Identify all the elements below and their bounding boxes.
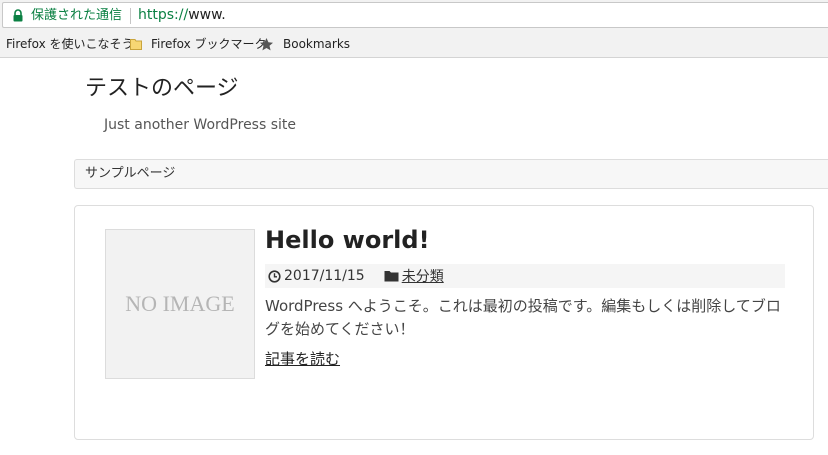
url-scheme: https:// — [138, 7, 189, 23]
post-category-link[interactable]: 未分類 — [402, 266, 444, 286]
lock-icon — [13, 9, 23, 22]
site-description: Just another WordPress site — [104, 117, 297, 133]
nav-item-sample-page[interactable]: サンプルページ — [85, 165, 175, 183]
url-divider — [130, 8, 131, 24]
thumbnail-placeholder-text: NO IMAGE — [125, 291, 235, 316]
read-more-link[interactable]: 記事を読む — [265, 349, 340, 369]
bookmark-firefox-bookmarks[interactable]: Firefox ブックマーク — [129, 35, 267, 53]
bookmark-firefox-guide[interactable]: Firefox を使いこなそう — [6, 35, 134, 53]
bookmark-label: Firefox を使いこなそう — [6, 37, 134, 51]
bookmarks-bar: Firefox を使いこなそう Firefox ブックマーク Bookmarks — [0, 30, 828, 58]
url-host: www. — [188, 7, 226, 23]
bookmark-bookmarks[interactable]: Bookmarks — [259, 35, 350, 53]
bookmark-label: Bookmarks — [283, 37, 351, 51]
main-navigation: サンプルページ — [74, 159, 828, 189]
folder-icon — [384, 271, 399, 282]
site-title[interactable]: テストのページ — [85, 74, 239, 104]
folder-icon — [130, 39, 142, 50]
bookmark-label: Firefox ブックマーク — [151, 37, 267, 51]
address-bar-area: 保護された通信 https://www. — [0, 0, 828, 30]
clock-icon — [268, 269, 281, 283]
url-text[interactable]: https://www. — [138, 6, 226, 24]
address-bar[interactable]: 保護された通信 https://www. — [2, 2, 828, 28]
star-icon — [260, 37, 273, 50]
post-excerpt: WordPress へようこそ。これは最初の投稿です。編集もしくは削除してブログ… — [265, 297, 781, 338]
post-date: 2017/11/15 — [284, 268, 365, 284]
post-thumbnail[interactable]: NO IMAGE — [105, 229, 255, 379]
post-meta: 2017/11/15 未分類 — [265, 264, 785, 288]
post-title[interactable]: Hello world! — [265, 224, 430, 256]
secure-connection-label[interactable]: 保護された通信 — [31, 7, 122, 24]
post-card: NO IMAGE Hello world! 2017/11/15 未分類 Wor… — [74, 205, 814, 440]
